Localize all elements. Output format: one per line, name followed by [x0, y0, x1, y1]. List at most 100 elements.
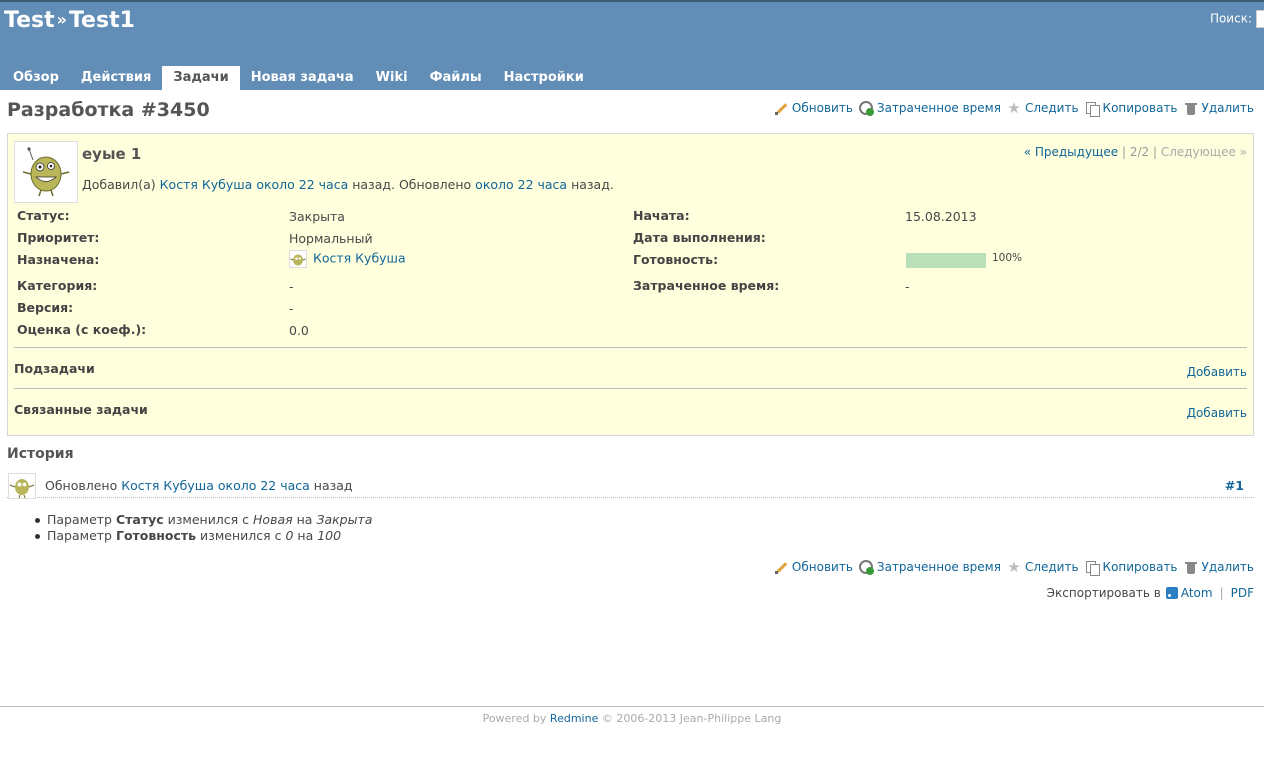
detail-field: Статус	[115, 512, 164, 527]
journal-number-link[interactable]: #1	[1225, 478, 1244, 493]
export-separator: |	[1219, 586, 1224, 600]
journal-time-link[interactable]: около 22 часа	[218, 478, 310, 493]
due-date-label: Дата выполнения:	[633, 230, 766, 245]
breadcrumb-separator: »	[56, 10, 67, 29]
priority-label: Приоритет:	[17, 230, 100, 245]
divider	[14, 347, 1247, 348]
history-title: История	[7, 446, 74, 462]
clock-add-icon	[858, 560, 874, 575]
done-ratio-value: 100%	[992, 252, 1023, 264]
tab-files[interactable]: Файлы	[419, 66, 493, 90]
subtasks-title: Подзадачи	[14, 361, 95, 376]
issue-pagination: « Предыдущее | 2/2 | Следующее »	[1024, 145, 1247, 159]
pdf-link[interactable]: PDF	[1231, 586, 1254, 600]
tab-wiki[interactable]: Wiki	[365, 66, 419, 90]
add-subtask-link[interactable]: Добавить	[1187, 365, 1247, 379]
detail-field: Готовность	[115, 528, 197, 543]
update-button[interactable]: Обновить	[774, 101, 853, 115]
watch-label: Следить	[1024, 560, 1079, 574]
relations-title: Связанные задачи	[14, 402, 148, 417]
delete-label: Удалить	[1201, 560, 1255, 574]
export-label: Экспортировать в	[1046, 586, 1161, 600]
issue-position: 2/2	[1129, 145, 1150, 159]
watch-label: Следить	[1024, 101, 1079, 115]
rss-feed-icon	[1165, 587, 1178, 599]
tab-issues[interactable]: Задачи	[162, 66, 240, 90]
issue-actions-top: Обновить Затраченное время ★ Следить Копи…	[768, 99, 1255, 117]
priority-value: Нормальный	[289, 231, 373, 246]
trash-icon	[1184, 560, 1198, 574]
journal-author-link[interactable]: Костя Кубуша	[121, 478, 214, 493]
copy-label: Копировать	[1102, 560, 1178, 574]
journal-summary: Обновлено Костя Кубуша около 22 часа наз…	[45, 478, 353, 493]
assignee-link[interactable]: Костя Кубуша	[313, 251, 406, 266]
add-relation-link[interactable]: Добавить	[1187, 406, 1247, 420]
log-time-button[interactable]: Затраченное время	[858, 101, 1001, 116]
journal-avatar	[8, 473, 36, 499]
updated-time-link[interactable]: около 22 часа	[475, 177, 567, 192]
project-link[interactable]: Test	[4, 8, 55, 33]
journal-updated-label: Обновлено	[45, 478, 118, 493]
monster-avatar-icon	[9, 479, 35, 499]
author-link[interactable]: Костя Кубуша	[160, 177, 253, 192]
journal-suffix: назад	[313, 478, 353, 493]
search-label: Поиск:	[1209, 11, 1252, 26]
tab-activity[interactable]: Действия	[70, 66, 162, 90]
project-title: Test »Test1	[4, 8, 135, 33]
done-ratio-progress-bar	[906, 253, 986, 268]
watch-button[interactable]: ★ Следить	[1007, 99, 1079, 117]
redmine-link[interactable]: Redmine	[550, 712, 598, 725]
avatar	[14, 141, 78, 203]
atom-link[interactable]: Atom	[1181, 586, 1213, 600]
detail-new-value: Закрыта	[316, 512, 373, 527]
copy-label: Копировать	[1102, 101, 1178, 115]
tab-overview[interactable]: Обзор	[2, 66, 70, 90]
status-value: Закрыта	[289, 209, 345, 224]
list-item: Параметр Статус изменился с Новая на Зак…	[34, 512, 372, 528]
delete-button[interactable]: Удалить	[1184, 101, 1255, 115]
update-button[interactable]: Обновить	[774, 560, 853, 574]
status-label: Статус:	[17, 208, 70, 223]
star-icon: ★	[1007, 99, 1021, 117]
pencil-icon	[774, 560, 788, 574]
detail-on: на	[296, 512, 313, 527]
watch-button[interactable]: ★ Следить	[1007, 560, 1079, 575]
next-issue-link: Следующее »	[1160, 145, 1247, 159]
log-time-label: Затраченное время	[876, 101, 1001, 115]
list-item: Параметр Готовность изменился с 0 на 100	[34, 528, 372, 544]
search-input[interactable]	[1256, 10, 1264, 28]
detail-on: на	[297, 528, 314, 543]
version-value: -	[289, 301, 294, 316]
detail-prefix: Параметр	[47, 528, 112, 543]
previous-issue-link[interactable]: « Предыдущее	[1024, 145, 1118, 159]
detail-old-value: Новая	[253, 512, 293, 527]
nav-separator: |	[1152, 145, 1158, 159]
issue-subject: еуые 1	[82, 145, 142, 163]
monster-avatar-icon	[22, 147, 70, 197]
issue-actions-bottom: Обновить Затраченное время ★ Следить Копи…	[768, 560, 1255, 576]
copy-button[interactable]: Копировать	[1085, 560, 1178, 576]
main-menu: Обзор Действия Задачи Новая задача Wiki …	[2, 66, 595, 90]
assignee-label: Назначена:	[17, 252, 100, 267]
footer-text: Powered by Redmine © 2006-2013 Jean-Phil…	[0, 712, 1264, 725]
added-by-label: Добавил(а)	[82, 177, 156, 192]
delete-label: Удалить	[1201, 101, 1255, 115]
tab-new-issue[interactable]: Новая задача	[240, 66, 365, 90]
detail-prefix: Параметр	[47, 512, 112, 527]
updated-label: назад. Обновлено	[352, 177, 472, 192]
subproject-link[interactable]: Test1	[69, 8, 135, 33]
export-links: Экспортировать в Atom | PDF	[1047, 586, 1254, 600]
copy-button[interactable]: Копировать	[1085, 101, 1178, 117]
updated-suffix: назад.	[571, 177, 614, 192]
created-time-link[interactable]: около 22 часа	[256, 177, 348, 192]
footer-powered: Powered by	[482, 712, 547, 725]
start-date-value: 15.08.2013	[905, 209, 977, 224]
update-label: Обновить	[791, 560, 853, 574]
monster-avatar-icon	[290, 254, 306, 266]
journal-header: Обновлено Костя Кубуша около 22 часа наз…	[7, 473, 1254, 499]
log-time-button[interactable]: Затраченное время	[858, 560, 1001, 575]
delete-button[interactable]: Удалить	[1184, 560, 1255, 574]
tab-settings[interactable]: Настройки	[493, 66, 595, 90]
footer-copyright: © 2006-2013 Jean-Philippe Lang	[601, 712, 782, 725]
done-ratio-label: Готовность:	[633, 252, 719, 267]
